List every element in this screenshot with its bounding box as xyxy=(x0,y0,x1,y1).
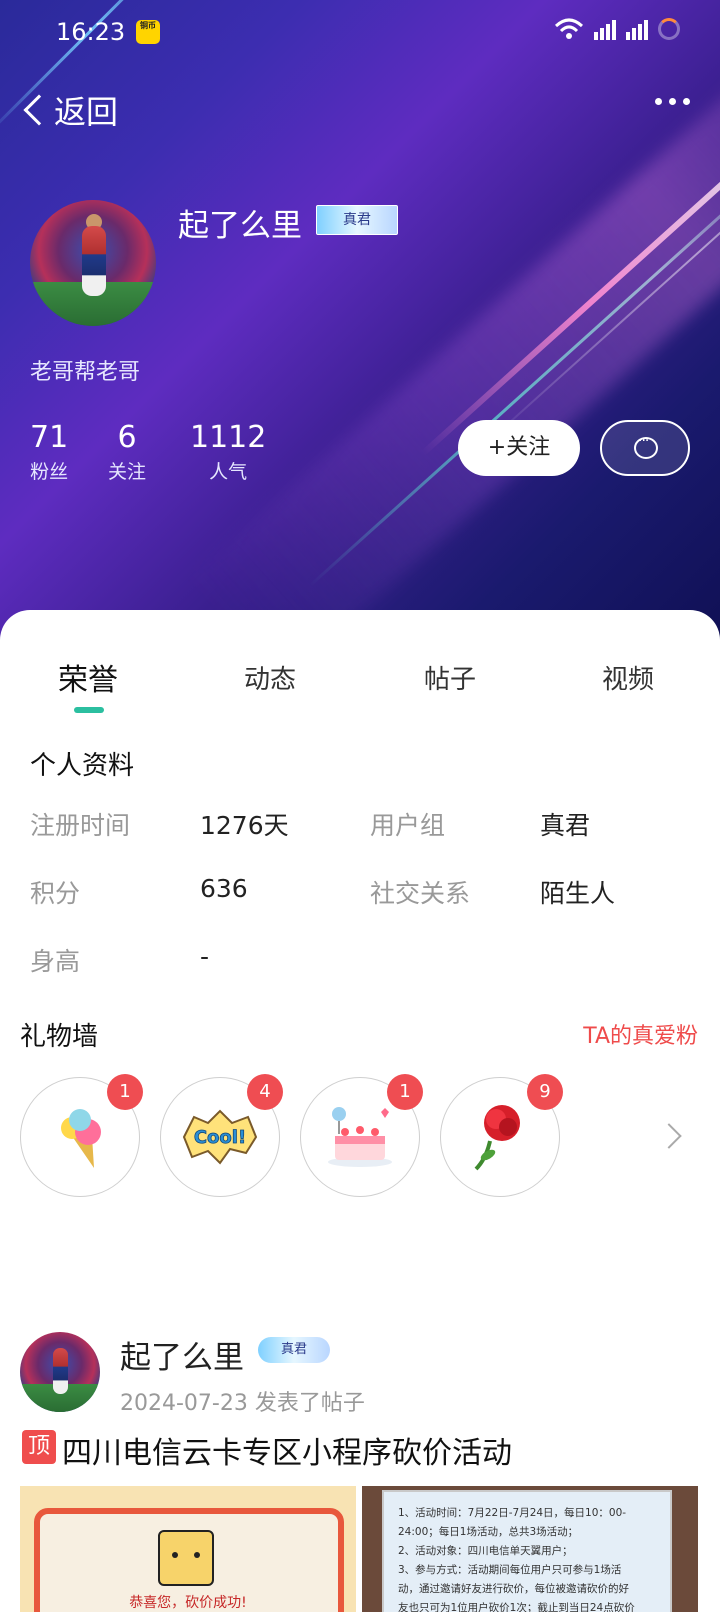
post-meta: 2024-07-23 发表了帖子 xyxy=(120,1391,365,1416)
gift-count-badge: 4 xyxy=(247,1074,283,1110)
message-button[interactable] xyxy=(600,420,690,476)
battery-icon xyxy=(658,18,680,40)
tab-videos[interactable]: 视频 xyxy=(602,659,654,696)
info-value: - xyxy=(200,942,210,971)
post-author-badge: 真君 xyxy=(258,1337,330,1363)
gift-item[interactable]: 9 xyxy=(440,1074,563,1197)
post-image[interactable]: 恭喜您，砍价成功! xyxy=(20,1486,356,1612)
profile-signature: 老哥帮老哥 xyxy=(30,360,141,385)
chevron-left-icon xyxy=(23,94,55,126)
follow-button[interactable]: +关注 xyxy=(458,420,580,476)
signal-5g-icon xyxy=(626,18,648,40)
more-options-button[interactable] xyxy=(655,98,690,105)
gift-count-badge: 9 xyxy=(527,1074,563,1110)
cool-sticker-icon: Cool! xyxy=(182,1109,258,1165)
section-title-profile: 个人资料 xyxy=(30,751,135,781)
gift-count-badge: 1 xyxy=(107,1074,143,1110)
popularity-stat: 1112 人气 xyxy=(190,420,267,483)
post-image-text-line: 友也只可为1位用户砍价1次；截止到当日24点砍价 xyxy=(398,1602,635,1612)
active-tab-indicator xyxy=(74,707,104,713)
followers-stat[interactable]: 71 粉丝 xyxy=(30,420,68,484)
ice-cream-icon xyxy=(61,1109,101,1168)
status-time: 16:23 xyxy=(56,18,126,46)
post-image-text-line: 1、活动时间：7月22日-7月24日，每日10：00- xyxy=(398,1507,627,1519)
tab-posts[interactable]: 帖子 xyxy=(424,659,476,696)
info-value: 陌生人 xyxy=(540,879,616,908)
info-label: 用户组 xyxy=(370,811,446,840)
tab-honors[interactable]: 荣誉 xyxy=(58,655,118,699)
following-stat[interactable]: 6 关注 xyxy=(108,420,146,484)
rose-icon xyxy=(474,1105,520,1171)
mascot-face-icon xyxy=(158,1530,214,1586)
post-image-text-line: 2、活动对象：四川电信单天翼用户； xyxy=(398,1545,573,1557)
gift-wall-title: 礼物墙 xyxy=(20,1022,99,1052)
avatar[interactable] xyxy=(30,200,156,326)
signal-5g-icon xyxy=(594,18,616,40)
info-label: 注册时间 xyxy=(30,811,131,840)
gift-item[interactable]: 1 xyxy=(20,1074,143,1197)
info-label: 积分 xyxy=(30,879,81,908)
user-group-badge: 真君 xyxy=(316,205,398,235)
info-value: 1276天 xyxy=(200,811,289,840)
svg-text:Cool!: Cool! xyxy=(194,1127,246,1148)
info-label: 社交关系 xyxy=(370,879,471,908)
post-image-caption: 恭喜您，砍价成功! xyxy=(129,1595,247,1611)
post-image-text-line: 动，通过邀请好友进行砍价，每位被邀请砍价的好 xyxy=(398,1583,629,1595)
post-image[interactable]: 1、活动时间：7月22日-7月24日，每日10：00- 24:00；每日1场活动… xyxy=(362,1486,698,1612)
back-button[interactable]: 返回 xyxy=(18,88,118,132)
info-value: 真君 xyxy=(540,811,591,840)
info-label: 身高 xyxy=(30,947,81,976)
profile-tabs: 荣誉 动态 帖子 视频 xyxy=(0,655,720,715)
gift-item[interactable]: 1 xyxy=(300,1074,423,1197)
profile-username: 起了么里 xyxy=(178,208,302,244)
status-bar: 16:23 铜币 xyxy=(0,0,720,64)
gift-item[interactable]: Cool! 4 xyxy=(160,1074,283,1197)
chat-bubble-icon xyxy=(634,433,658,459)
info-value: 636 xyxy=(200,874,248,903)
top-fans-link[interactable]: TA的真爱粉 xyxy=(583,1018,698,1050)
post-author-name[interactable]: 起了么里 xyxy=(120,1332,244,1377)
tab-activity[interactable]: 动态 xyxy=(244,659,296,696)
post-title[interactable]: 四川电信云卡专区小程序砍价活动 xyxy=(62,1428,512,1472)
wifi-icon xyxy=(554,18,584,39)
post-image-text-line: 3、参与方式：活动期间每位用户只可参与1场活 xyxy=(398,1564,622,1576)
notification-app-icon: 铜币 xyxy=(136,20,160,44)
post-image-text-line: 24:00；每日1场活动，总共3场活动； xyxy=(398,1526,579,1538)
pinned-tag: 顶 xyxy=(22,1430,56,1464)
back-label: 返回 xyxy=(54,93,119,131)
cake-icon xyxy=(328,1107,392,1167)
gift-count-badge: 1 xyxy=(387,1074,423,1110)
post-author-avatar[interactable] xyxy=(20,1332,100,1412)
